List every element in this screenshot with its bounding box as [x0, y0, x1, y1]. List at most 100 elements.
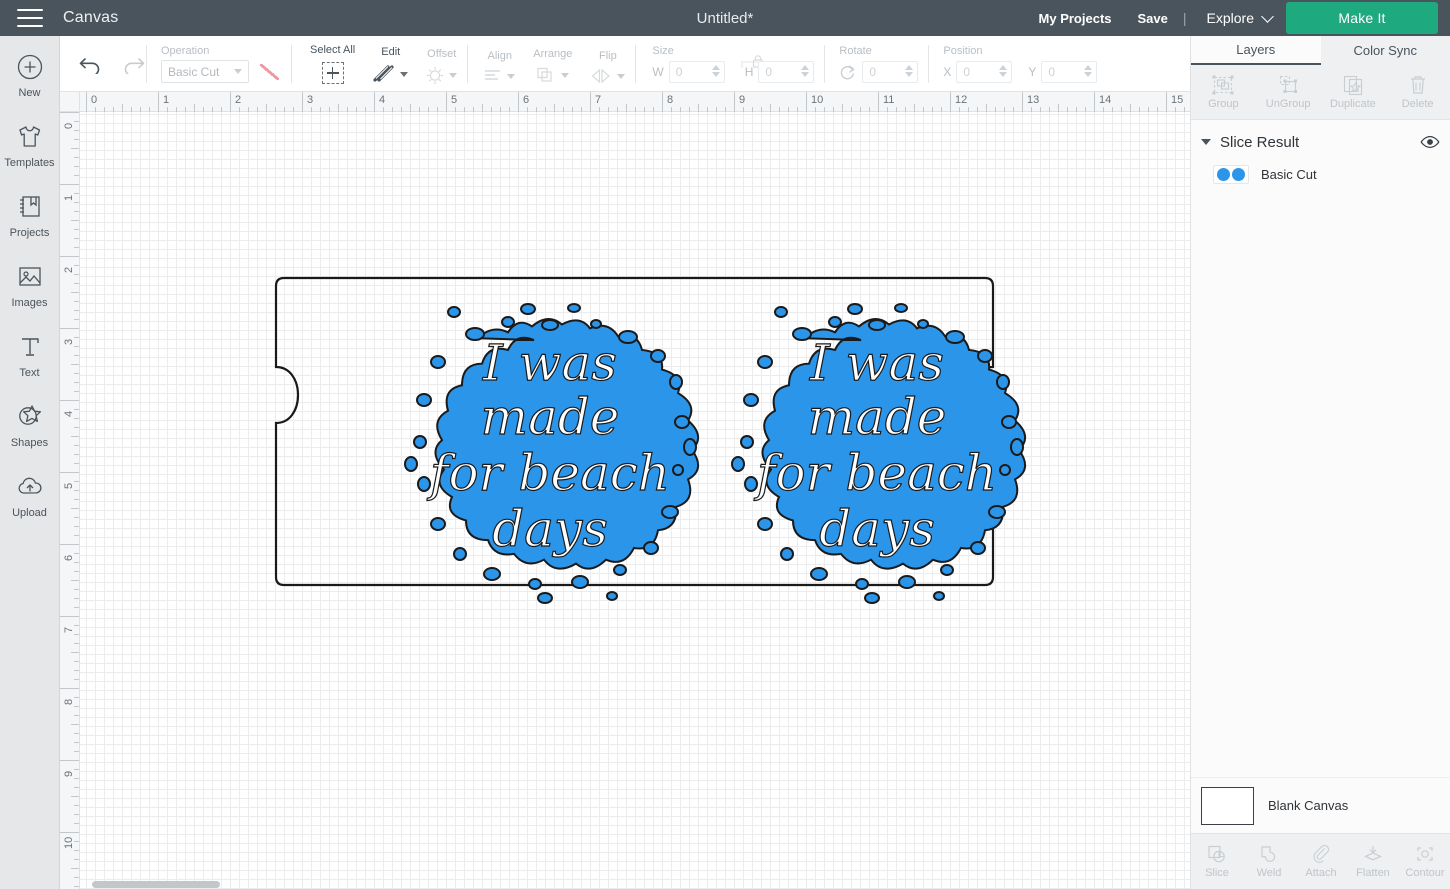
undo-arrow-icon[interactable] [78, 54, 103, 74]
height-stepper[interactable] [801, 65, 810, 77]
layer-color-swatches[interactable] [1213, 164, 1249, 184]
rotate-stepper[interactable] [905, 65, 914, 77]
layer-item-label: Basic Cut [1261, 166, 1317, 182]
ruler-minor-tick [74, 661, 79, 662]
eye-icon[interactable] [1420, 135, 1440, 149]
redo-arrow-icon[interactable] [121, 54, 146, 74]
ruler-minor-tick [113, 107, 114, 112]
ruler-minor-tick [74, 841, 79, 842]
ruler-minor-tick [428, 107, 429, 112]
ruler-minor-tick [1130, 104, 1131, 112]
design-canvas[interactable]: I was made for beach days I was made for… [60, 92, 1190, 889]
height-input[interactable]: 0 [758, 61, 815, 83]
operation-color-swatch[interactable] [257, 61, 281, 83]
flip-icon [591, 68, 611, 84]
sidebar-item-templates[interactable]: Templates [0, 120, 60, 190]
ungroup-button[interactable]: UnGroup [1256, 65, 1321, 119]
ruler-minor-tick [74, 706, 79, 707]
pos-y-input[interactable]: 0 [1041, 61, 1098, 83]
slice-button[interactable]: Slice [1191, 834, 1243, 889]
ruler-minor-tick [74, 319, 79, 320]
ungroup-label: UnGroup [1265, 98, 1311, 110]
sidebar-item-images[interactable]: Images [0, 260, 60, 330]
group-button[interactable]: Group [1191, 65, 1256, 119]
rotate-group: Rotate 0 [825, 36, 928, 92]
align-button[interactable]: Align [484, 50, 516, 92]
tab-layers[interactable]: Layers [1191, 36, 1321, 65]
ruler-minor-tick [74, 751, 79, 752]
ruler-label: 4 [379, 94, 386, 106]
offset-button[interactable]: Offset [426, 48, 458, 92]
contour-button[interactable]: Contour [1399, 834, 1450, 889]
ruler-minor-tick [74, 193, 79, 194]
duplicate-button[interactable]: Duplicate [1321, 65, 1386, 119]
ruler-minor-tick [74, 805, 79, 806]
sidebar-item-new[interactable]: New [0, 50, 60, 120]
flatten-button[interactable]: Flatten [1347, 834, 1399, 889]
ruler-minor-tick [74, 814, 79, 815]
pos-x-stepper[interactable] [999, 65, 1008, 77]
paperclip-icon [1313, 844, 1329, 863]
height-value: 0 [765, 65, 773, 79]
ruler-minor-tick [71, 652, 79, 653]
slice-label: Slice [1205, 867, 1229, 879]
sidebar-item-shapes[interactable]: Shapes [0, 400, 60, 470]
delete-button[interactable]: Delete [1385, 65, 1450, 119]
ruler-minor-tick [644, 107, 645, 112]
chevron-down-icon[interactable] [1201, 139, 1211, 145]
operation-select[interactable]: Basic Cut [161, 60, 249, 83]
sidebar-item-upload[interactable]: Upload [0, 470, 60, 540]
vertical-ruler: 0 1 2 3 4 5 6 7 8 9 10 [60, 92, 80, 889]
scrollbar-thumb[interactable] [92, 881, 220, 888]
pos-y-stepper[interactable] [1084, 65, 1093, 77]
width-input[interactable]: 0 [668, 61, 725, 83]
ruler-label: 4 [63, 410, 75, 417]
layer-group-header[interactable]: Slice Result [1191, 125, 1450, 159]
artwork-text-line-1: I was [482, 334, 617, 392]
my-projects-button[interactable]: My Projects [1039, 11, 1112, 26]
flatten-label: Flatten [1356, 867, 1390, 879]
select-all-button[interactable]: Select All [310, 44, 355, 92]
tab-color-sync[interactable]: Color Sync [1321, 36, 1450, 65]
artwork-text-line-2: made [481, 388, 620, 446]
ruler-minor-tick [311, 107, 312, 112]
sidebar-item-projects[interactable]: Projects [0, 190, 60, 260]
left-rail: New Templates Projects Images Text Shape… [0, 36, 60, 889]
ruler-minor-tick [464, 107, 465, 112]
layer-item-basic-cut[interactable]: Basic Cut [1191, 159, 1450, 189]
flip-button[interactable]: Flip [590, 50, 626, 92]
ruler-minor-tick [851, 107, 852, 112]
ungroup-icon [1280, 75, 1298, 93]
width-stepper[interactable] [711, 65, 720, 77]
edit-button[interactable]: Edit [373, 46, 409, 92]
ruler-minor-tick [257, 107, 258, 112]
blank-canvas-row[interactable]: Blank Canvas [1191, 777, 1450, 833]
arrange-button[interactable]: Arrange [533, 48, 572, 92]
ruler-minor-tick [815, 107, 816, 112]
attach-button[interactable]: Attach [1295, 834, 1347, 889]
ruler-minor-tick [74, 643, 79, 644]
sidebar-item-text[interactable]: Text [0, 330, 60, 400]
ruler-minor-tick [1121, 107, 1122, 112]
ruler-major-tick [518, 92, 519, 112]
save-button[interactable]: Save [1138, 11, 1168, 26]
ruler-label: 11 [883, 94, 895, 106]
artwork-text-line-1: I was [809, 334, 944, 392]
sidebar-label: Projects [9, 227, 50, 239]
make-it-button[interactable]: Make It [1286, 2, 1438, 34]
chevron-down-icon [1261, 9, 1274, 23]
size-group: Size W 0 H 0 [636, 36, 824, 92]
hamburger-icon[interactable] [17, 9, 43, 27]
pos-x-label: X [943, 65, 952, 79]
ruler-minor-tick [554, 104, 555, 112]
ruler-minor-tick [617, 107, 618, 112]
ruler-minor-tick [74, 238, 79, 239]
horizontal-scrollbar[interactable] [60, 880, 1190, 889]
ruler-major-tick [60, 544, 79, 545]
machine-selector[interactable]: Explore [1207, 9, 1274, 26]
pos-x-input[interactable]: 0 [956, 61, 1013, 83]
weld-button[interactable]: Weld [1243, 834, 1295, 889]
slice-icon [1208, 845, 1225, 863]
artwork-beach-days-card[interactable]: I was made for beach days I was made for… [80, 112, 1190, 889]
rotate-input[interactable]: 0 [862, 61, 919, 83]
